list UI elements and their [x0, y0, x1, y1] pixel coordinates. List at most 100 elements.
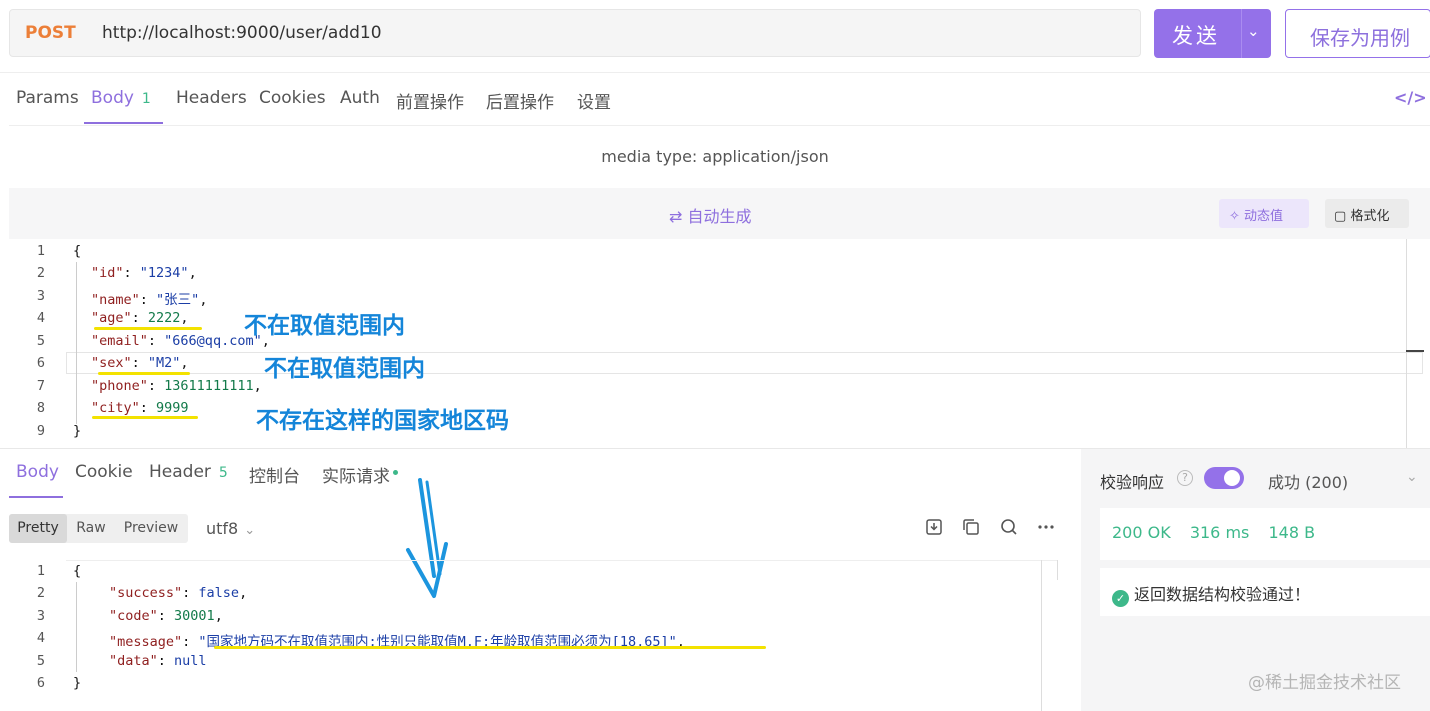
dynamic-value-label: 动态值 — [1244, 209, 1284, 224]
download-icon[interactable] — [924, 517, 944, 537]
code-line: "code": 30001, — [109, 608, 223, 624]
tab-response-header[interactable]: Header 5 — [149, 462, 228, 482]
send-divider — [1241, 9, 1242, 58]
media-type-label: media type: application/json — [601, 147, 829, 166]
url-bar[interactable]: POST http://localhost:9000/user/add10 — [9, 9, 1141, 57]
tab-settings[interactable]: 设置 — [577, 88, 611, 113]
save-button-label: 保存为用例 — [1310, 26, 1410, 50]
view-preview[interactable]: Preview — [115, 514, 187, 543]
code-line: "city": 9999 — [91, 400, 189, 416]
code-line: } — [73, 423, 82, 439]
line-number: 3 — [36, 608, 46, 624]
tab-actual-request-label: 实际请求 — [322, 467, 390, 487]
tab-response-body[interactable]: Body — [16, 462, 59, 482]
highlight-underline — [92, 416, 198, 419]
tab-body-badge: 1 — [141, 91, 151, 107]
line-number: 4 — [36, 310, 46, 326]
scroll-position-marker — [1406, 350, 1424, 352]
code-line: "id": "1234", — [91, 265, 197, 281]
copy-icon[interactable] — [961, 517, 981, 537]
magic-wand-icon: ✧ — [1229, 209, 1240, 224]
auto-generate-label: 自动生成 — [687, 207, 752, 226]
tab-cookies[interactable]: Cookies — [259, 88, 326, 108]
response-scrollbar-edge — [1057, 560, 1058, 580]
chevron-down-icon[interactable]: ⌄ — [1247, 22, 1260, 40]
line-number: 6 — [36, 675, 46, 691]
code-line: "success": false, — [109, 585, 248, 601]
response-scrollbar[interactable] — [1041, 560, 1042, 711]
code-line: } — [73, 675, 82, 691]
line-number: 1 — [36, 243, 46, 259]
editor-scrollbar[interactable] — [1406, 239, 1407, 449]
search-icon[interactable] — [999, 517, 1019, 537]
view-raw[interactable]: Raw — [67, 514, 115, 543]
annotation-sex: 不在取值范围内 — [264, 356, 425, 382]
tab-auth[interactable]: Auth — [340, 88, 380, 108]
line-number: 4 — [36, 630, 46, 646]
line-number: 5 — [36, 333, 46, 349]
send-button-label: 发送 — [1172, 24, 1220, 48]
refresh-icon: ⇄ — [669, 207, 683, 226]
help-icon[interactable]: ? — [1177, 470, 1193, 486]
editor-toolbar: ⇄ 自动生成 ✧ 动态值 ▢ 格式化 — [9, 188, 1430, 239]
code-line: "phone": 13611111111, — [91, 378, 262, 394]
tab-console[interactable]: 控制台 — [249, 462, 300, 487]
check-circle-icon: ✓ — [1112, 590, 1129, 607]
highlight-underline — [98, 372, 190, 375]
response-time: 316 ms — [1189, 523, 1250, 542]
annotation-age: 不在取值范围内 — [244, 313, 405, 339]
code-line: "age": 2222, — [91, 310, 189, 326]
format-label: 格式化 — [1350, 209, 1390, 224]
code-line: { — [73, 563, 82, 579]
response-body-viewer[interactable]: 1 2 3 4 5 6 { "success": false, "code": … — [17, 560, 1041, 711]
validation-result: ✓ 返回数据结构校验通过！ — [1100, 568, 1430, 616]
chevron-down-icon[interactable]: ⌄ — [1406, 469, 1418, 485]
line-number: 3 — [36, 288, 46, 304]
active-tab-indicator — [84, 122, 163, 124]
code-line: "name": "张三", — [91, 292, 208, 308]
format-icon: ▢ — [1334, 209, 1347, 224]
tab-pre-actions[interactable]: 前置操作 — [396, 88, 464, 113]
format-button[interactable]: ▢ 格式化 — [1325, 199, 1409, 228]
annotation-city: 不存在这样的国家地区码 — [256, 408, 509, 434]
validation-status-select[interactable]: 成功 (200) — [1268, 469, 1348, 493]
view-pretty[interactable]: Pretty — [9, 514, 67, 543]
tab-actual-request[interactable]: 实际请求 — [322, 462, 398, 487]
validate-toggle[interactable] — [1204, 467, 1244, 489]
tab-post-actions[interactable]: 后置操作 — [486, 88, 554, 113]
tab-headers[interactable]: Headers — [176, 88, 247, 108]
encoding-value: utf8 — [206, 519, 239, 538]
auto-generate-button[interactable]: ⇄ 自动生成 — [669, 203, 752, 227]
more-icon[interactable] — [1036, 517, 1056, 537]
line-number: 6 — [36, 355, 46, 371]
tab-response-header-badge: 5 — [218, 465, 228, 481]
divider — [9, 125, 1430, 126]
save-as-case-button[interactable]: 保存为用例 — [1285, 9, 1430, 58]
tab-body[interactable]: Body 1 — [91, 88, 151, 108]
line-number: 2 — [36, 265, 46, 281]
line-number: 2 — [36, 585, 46, 601]
line-number: 7 — [36, 378, 46, 394]
request-body-editor[interactable]: 1 2 3 4 5 6 7 8 9 { "id": "1234", "name"… — [17, 240, 1406, 448]
highlight-underline — [94, 327, 202, 330]
line-number: 5 — [36, 653, 46, 669]
watermark: @稀土掘金技术社区 — [1248, 673, 1401, 693]
tab-body-label: Body — [91, 88, 134, 108]
view-mode-switch: Pretty Raw Preview — [9, 514, 188, 543]
active-tab-indicator — [9, 496, 63, 498]
code-icon[interactable]: </> — [1394, 88, 1427, 107]
method-select[interactable]: POST — [25, 23, 76, 43]
url-input[interactable]: http://localhost:9000/user/add10 — [102, 23, 382, 43]
response-metrics: 200 OK 316 ms 148 B — [1100, 508, 1430, 560]
dynamic-value-button[interactable]: ✧ 动态值 — [1219, 199, 1309, 228]
validation-message: 返回数据结构校验通过！ — [1134, 585, 1311, 604]
http-status: 200 OK — [1112, 523, 1171, 542]
tab-response-cookie[interactable]: Cookie — [75, 462, 133, 482]
response-size: 148 B — [1268, 523, 1316, 542]
line-number: 1 — [36, 563, 46, 579]
encoding-select[interactable]: utf8 ⌄ — [206, 519, 255, 538]
divider — [0, 72, 1430, 73]
send-button[interactable]: 发送 ⌄ — [1154, 9, 1271, 58]
tab-params[interactable]: Params — [16, 88, 79, 108]
tab-response-header-label: Header — [149, 462, 211, 482]
